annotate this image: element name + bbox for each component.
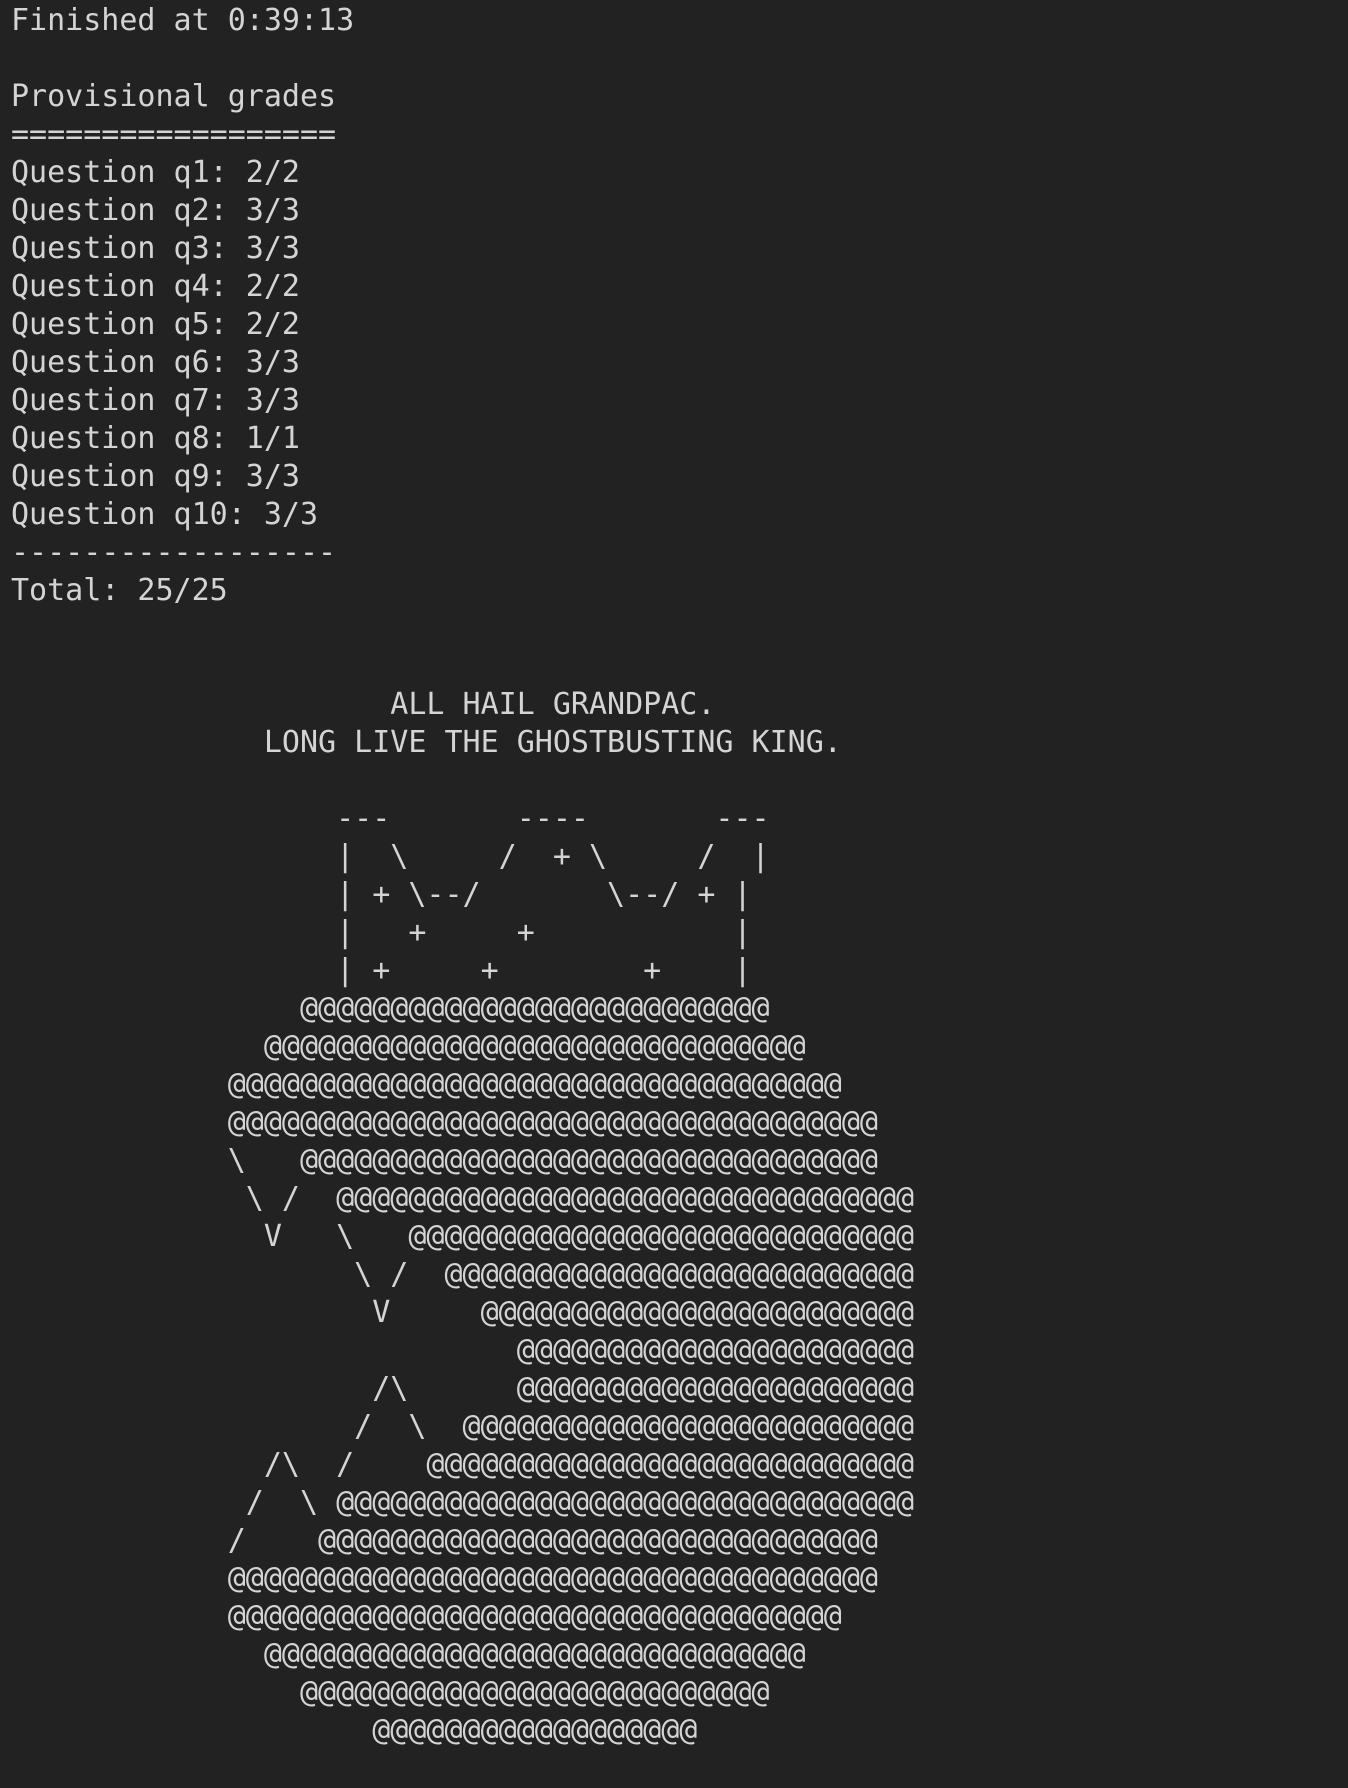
ascii-art-line: | + + + |: [11, 953, 752, 988]
ascii-art-line: @@@@@@@@@@@@@@@@@@@@@@@@@@@@@@: [11, 1637, 806, 1672]
blank-line: [11, 40, 1348, 78]
ascii-art-line: @@@@@@@@@@@@@@@@@@@@@@@@@@@@@@@@@@@@: [11, 1105, 878, 1140]
ascii-art-line: | \ / + \ / |: [11, 839, 770, 874]
grade-line-q6: Question q6: 3/3: [11, 345, 300, 380]
grade-line-q2: Question q2: 3/3: [11, 193, 300, 228]
ascii-art-line: /\ @@@@@@@@@@@@@@@@@@@@@@: [11, 1371, 915, 1406]
ascii-art-line: | + + |: [11, 915, 752, 950]
ascii-art-line: \ / @@@@@@@@@@@@@@@@@@@@@@@@@@@@@@@@: [11, 1181, 915, 1216]
blank-line: [11, 648, 1348, 686]
heading-underline: ==================: [11, 117, 337, 152]
ascii-art-line: @@@@@@@@@@@@@@@@@@@@@@@@@@: [11, 1675, 770, 1710]
ascii-art-line: \ / @@@@@@@@@@@@@@@@@@@@@@@@@@: [11, 1257, 915, 1292]
grade-line-q1: Question q1: 2/2: [11, 155, 300, 190]
ascii-art-line: @@@@@@@@@@@@@@@@@@: [11, 1713, 698, 1748]
blank-line: [11, 610, 1348, 648]
blank-line: [11, 762, 1348, 800]
grade-line-q4: Question q4: 2/2: [11, 269, 300, 304]
ascii-art-line: / \ @@@@@@@@@@@@@@@@@@@@@@@@@: [11, 1409, 915, 1444]
grade-line-q3: Question q3: 3/3: [11, 231, 300, 266]
grade-line-q7: Question q7: 3/3: [11, 383, 300, 418]
grade-line-q5: Question q5: 2/2: [11, 307, 300, 342]
ascii-art-line: @@@@@@@@@@@@@@@@@@@@@@@@@@@@@@@@@@: [11, 1599, 842, 1634]
ascii-art-line: @@@@@@@@@@@@@@@@@@@@@@@@@@@@@@: [11, 1029, 806, 1064]
ascii-art-line: --- ---- ---: [11, 801, 770, 836]
ascii-art-line: / \ @@@@@@@@@@@@@@@@@@@@@@@@@@@@@@@@: [11, 1485, 915, 1520]
ascii-art-line: @@@@@@@@@@@@@@@@@@@@@@: [11, 1333, 915, 1368]
grade-line-q8: Question q8: 1/1: [11, 421, 300, 456]
ascii-art-line: / @@@@@@@@@@@@@@@@@@@@@@@@@@@@@@@: [11, 1523, 878, 1558]
provisional-grades-heading: Provisional grades: [11, 79, 337, 114]
terminal-output: Finished at 0:39:13 Provisional grades =…: [0, 0, 1348, 1788]
ascii-art-line: @@@@@@@@@@@@@@@@@@@@@@@@@@@@@@@@@@@@: [11, 1561, 878, 1596]
ascii-art-line: /\ / @@@@@@@@@@@@@@@@@@@@@@@@@@@: [11, 1447, 915, 1482]
ascii-art-line: | + \--/ \--/ + |: [11, 877, 752, 912]
finished-time-line: Finished at 0:39:13: [11, 3, 355, 38]
ascii-art-line: @@@@@@@@@@@@@@@@@@@@@@@@@@: [11, 991, 770, 1026]
ascii-art-line: @@@@@@@@@@@@@@@@@@@@@@@@@@@@@@@@@@: [11, 1067, 842, 1102]
ascii-art-line: V @@@@@@@@@@@@@@@@@@@@@@@@: [11, 1295, 915, 1330]
grade-line-q9: Question q9: 3/3: [11, 459, 300, 494]
total-line: Total: 25/25: [11, 573, 228, 608]
banner-line-1: ALL HAIL GRANDPAC.: [11, 687, 716, 722]
banner-line-2: LONG LIVE THE GHOSTBUSTING KING.: [11, 725, 842, 760]
ascii-art-line: V \ @@@@@@@@@@@@@@@@@@@@@@@@@@@@: [11, 1219, 915, 1254]
ascii-art-line: \ @@@@@@@@@@@@@@@@@@@@@@@@@@@@@@@@: [11, 1143, 878, 1178]
grade-line-q10: Question q10: 3/3: [11, 497, 319, 532]
total-separator: ------------------: [11, 535, 337, 570]
